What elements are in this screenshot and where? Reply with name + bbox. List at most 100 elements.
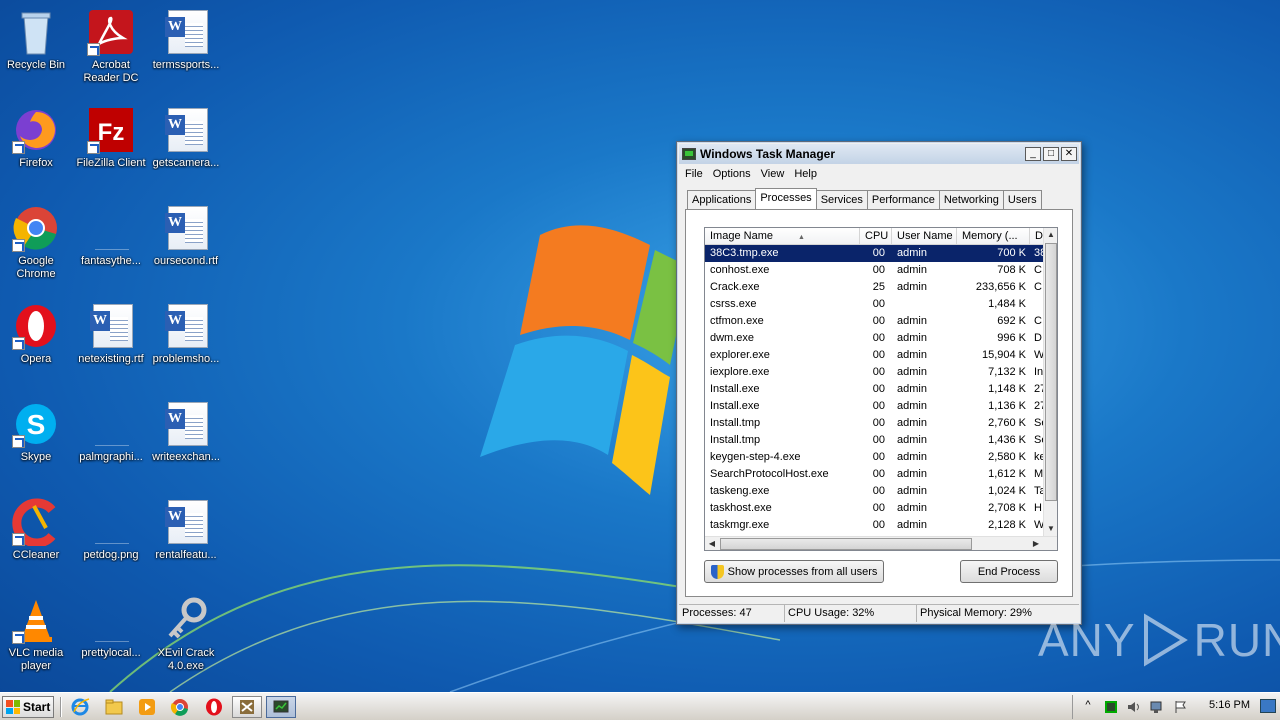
explorer-folder-icon[interactable]	[104, 697, 124, 717]
chrome-icon	[12, 204, 60, 252]
process-row[interactable]: iexplore.exe 00 admin 7,132 K In	[705, 364, 1045, 381]
process-row[interactable]: taskmgr.exe 00 admin 2,128 KW	[705, 517, 1045, 534]
process-row[interactable]: ctfmon.exe 00 admin 692 KC	[705, 313, 1045, 330]
process-row[interactable]: Install.exe00admin1,148 K27	[705, 381, 1045, 398]
desktop-icon-ccleaner[interactable]: CCleaner	[0, 494, 74, 586]
word-doc-icon: W	[87, 302, 135, 350]
tab-users[interactable]: Users	[1002, 190, 1042, 209]
shortcut-arrow-icon	[12, 239, 25, 252]
clock[interactable]: 5:16 PM	[1209, 699, 1250, 711]
horizontal-scrollbar[interactable]: ◀ ▶	[705, 536, 1057, 550]
process-name: taskhost.exe	[710, 502, 772, 514]
process-list[interactable]: Image Name ▲ CPU User Name Memory (... D…	[704, 227, 1058, 551]
maximize-button[interactable]: □	[1043, 147, 1059, 161]
task-manager-tray-icon[interactable]	[1103, 699, 1119, 715]
desktop-icon-palmgraphi[interactable]: palmgraphi...	[73, 396, 149, 488]
show-desktop-button[interactable]	[1260, 699, 1276, 713]
desktop-icon-termssports[interactable]: W termssports...	[148, 4, 224, 96]
desktop-icon-rentalfeatu[interactable]: W rentalfeatu...	[148, 494, 224, 586]
desktop-icon-vlc[interactable]: VLC media player	[0, 592, 74, 684]
desktop-icon-skype[interactable]: S Skype	[0, 396, 74, 488]
column-memory[interactable]: Memory (...	[957, 228, 1030, 245]
desktop-icon-firefox[interactable]: Firefox	[0, 102, 74, 194]
process-row[interactable]: dwm.exe 00 admin 996 KD	[705, 330, 1045, 347]
column-user-name[interactable]: User Name	[892, 228, 957, 245]
process-memory: 7,132 K	[988, 366, 1026, 378]
minimize-button[interactable]: _	[1025, 147, 1041, 161]
process-row[interactable]: keygen-step-4.exe 00 admin 2,580 Kke	[705, 449, 1045, 466]
process-row[interactable]: Install.tmp00admin1,436 KSe	[705, 432, 1045, 449]
process-memory: 1,148 K	[988, 383, 1026, 395]
desktop-icon-prettylocal[interactable]: prettylocal...	[73, 592, 149, 684]
desktop-icon-writeexchan[interactable]: W writeexchan...	[148, 396, 224, 488]
process-row[interactable]: taskhost.exe 00 admin 2,708 KH	[705, 500, 1045, 517]
shortcut-arrow-icon	[12, 631, 25, 644]
opera-icon[interactable]	[204, 697, 224, 717]
desktop-icon-google-chrome[interactable]: Google Chrome	[0, 200, 74, 292]
column-image-name[interactable]: Image Name ▲	[705, 228, 860, 245]
scroll-down-icon[interactable]: ▼	[1044, 522, 1057, 536]
desktop-icon-petdog[interactable]: petdog.png	[73, 494, 149, 586]
process-row[interactable]: csrss.exe 00 1,484 K	[705, 296, 1045, 313]
scroll-up-icon[interactable]: ▲	[1044, 228, 1057, 242]
column-cpu[interactable]: CPU	[860, 228, 892, 245]
title-bar[interactable]: Windows Task Manager _ □ ✕	[679, 144, 1079, 164]
start-button[interactable]: Start	[2, 696, 54, 718]
process-memory: 1,484 K	[988, 298, 1026, 310]
desktop-icon-oursecond[interactable]: W oursecond.rtf	[148, 200, 224, 292]
volume-icon[interactable]	[1126, 699, 1142, 715]
desktop-icon-acrobat[interactable]: Acrobat Reader DC	[73, 4, 149, 96]
word-doc-icon: W	[162, 400, 210, 448]
chrome-icon[interactable]	[170, 697, 190, 717]
vertical-scrollbar[interactable]: ▲ ▼	[1043, 228, 1057, 536]
process-name: ctfmon.exe	[710, 315, 764, 327]
process-row[interactable]: SearchProtocolHost.exe 00 admin 1,612 KM	[705, 466, 1045, 483]
task-manager-window[interactable]: Windows Task Manager _ □ ✕ File Options …	[676, 141, 1082, 625]
windows-logo-wallpaper	[480, 225, 690, 495]
tab-processes[interactable]: Processes	[755, 188, 817, 209]
process-row[interactable]: explorer.exe 00 admin 15,904 KW	[705, 347, 1045, 364]
menu-help[interactable]: Help	[790, 168, 823, 180]
taskbar-app-crack[interactable]	[232, 696, 262, 718]
process-name: dwm.exe	[710, 332, 755, 344]
desktop-icon-opera[interactable]: Opera	[0, 298, 74, 390]
word-doc-icon: W	[162, 106, 210, 154]
network-icon[interactable]	[1149, 699, 1165, 715]
process-row[interactable]: taskeng.exe 00 admin 1,024 K Ta	[705, 483, 1045, 500]
desktop-icon-filezilla[interactable]: Fz FileZilla Client	[73, 102, 149, 194]
media-player-icon[interactable]	[137, 697, 157, 717]
tab-performance[interactable]: Performance	[866, 190, 940, 209]
desktop-icon-xevil-crack[interactable]: XEvil Crack 4.0.exe	[148, 592, 224, 684]
desktop-icon-getscamera[interactable]: W getscamera...	[148, 102, 224, 194]
scroll-left-icon[interactable]: ◀	[705, 537, 719, 550]
desktop-icon-netexisting[interactable]: W netexisting.rtf	[73, 298, 149, 390]
sort-ascending-icon: ▲	[798, 234, 805, 241]
process-cpu: 00	[872, 434, 885, 446]
process-name: 38C3.tmp.exe	[710, 247, 779, 259]
process-row[interactable]: conhost.exe 00 admin 708 KC	[705, 262, 1045, 279]
menu-file[interactable]: File	[681, 168, 709, 180]
scroll-right-icon[interactable]: ▶	[1029, 537, 1043, 550]
process-row[interactable]: Install.exe00admin1,136 K27	[705, 398, 1045, 415]
end-process-button[interactable]: End Process	[960, 560, 1058, 583]
taskbar-app-task-manager[interactable]	[266, 696, 296, 718]
show-all-processes-button[interactable]: Show processes from all users	[704, 560, 884, 583]
process-row[interactable]: 38C3.tmp.exe00admin700 K38	[705, 245, 1045, 262]
process-row[interactable]: Install.tmp00admin2,760 KSe	[705, 415, 1045, 432]
tray-expand-icon[interactable]: ^	[1080, 699, 1096, 715]
word-doc-icon: W	[162, 8, 210, 56]
close-button[interactable]: ✕	[1061, 147, 1077, 161]
tab-networking[interactable]: Networking	[938, 190, 1004, 209]
process-row[interactable]: Crack.exe 25 admin 233,656 KC	[705, 279, 1045, 296]
menu-view[interactable]: View	[757, 168, 791, 180]
desktop-icon-recycle-bin[interactable]: Recycle Bin	[0, 4, 74, 96]
desktop-icon-fantasythe[interactable]: fantasythe...	[73, 200, 149, 292]
tab-applications[interactable]: Applications	[687, 190, 757, 209]
menu-options[interactable]: Options	[709, 168, 757, 180]
action-center-flag-icon[interactable]	[1172, 699, 1188, 715]
tab-services[interactable]: Services	[815, 190, 868, 209]
scroll-thumb[interactable]	[720, 538, 972, 550]
scroll-thumb[interactable]	[1045, 243, 1057, 501]
desktop-icon-problemsho[interactable]: W problemsho...	[148, 298, 224, 390]
ie-icon[interactable]	[70, 697, 90, 717]
